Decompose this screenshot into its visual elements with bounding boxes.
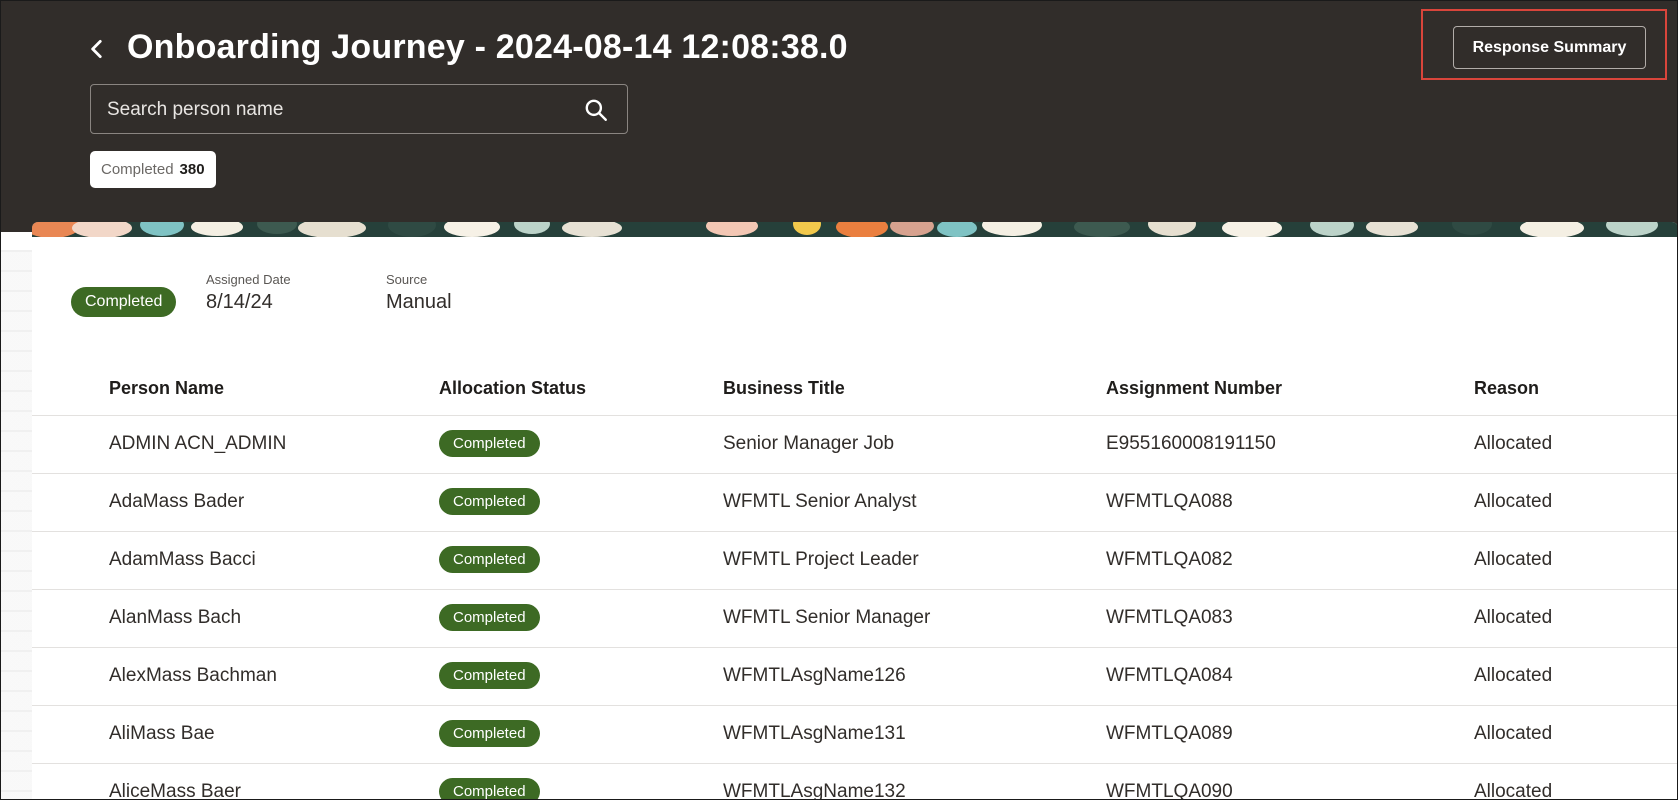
source-value: Manual bbox=[386, 291, 452, 313]
assignment-number-cell: WFMTLQA088 bbox=[1106, 491, 1233, 512]
page-title: Onboarding Journey - 2024-08-14 12:08:38… bbox=[127, 28, 848, 66]
assignment-number-cell: WFMTLQA082 bbox=[1106, 549, 1233, 570]
allocation-status-badge: Completed bbox=[439, 546, 540, 573]
assigned-date: Assigned Date 8/14/24 bbox=[206, 272, 291, 314]
assignment-number-cell: WFMTLQA084 bbox=[1106, 665, 1233, 686]
reason-cell: Allocated bbox=[1474, 607, 1553, 628]
assignment-number-cell: WFMTLQA090 bbox=[1106, 781, 1233, 800]
decorative-banner bbox=[32, 222, 1678, 237]
source: Source Manual bbox=[386, 272, 452, 314]
assigned-date-value: 8/14/24 bbox=[206, 291, 273, 313]
completed-filter-chip[interactable]: Completed 380 bbox=[90, 151, 216, 188]
journey-status-badge: Completed bbox=[71, 287, 177, 317]
assignment-number-cell: WFMTLQA083 bbox=[1106, 607, 1233, 628]
filter-chip-count: 380 bbox=[179, 161, 205, 178]
assignment-number-cell: WFMTLQA089 bbox=[1106, 723, 1233, 744]
reason-cell: Allocated bbox=[1474, 665, 1553, 686]
reason-cell: Allocated bbox=[1474, 723, 1553, 744]
chevron-left-icon bbox=[91, 40, 102, 58]
person-name-cell: AdamMass Bacci bbox=[109, 549, 256, 570]
allocation-status-badge: Completed bbox=[439, 488, 540, 515]
person-name-cell: AlexMass Bachman bbox=[109, 665, 277, 686]
allocation-status-badge: Completed bbox=[439, 662, 540, 689]
column-header-assignment-number[interactable]: Assignment Number bbox=[1106, 378, 1282, 399]
person-name-cell: AliceMass Baer bbox=[109, 781, 241, 800]
reason-cell: Allocated bbox=[1474, 433, 1553, 454]
table-row[interactable]: AlexMass Bachman Completed WFMTLAsgName1… bbox=[32, 648, 1678, 706]
column-header-person-name[interactable]: Person Name bbox=[109, 378, 224, 399]
reason-cell: Allocated bbox=[1474, 491, 1553, 512]
search-box bbox=[90, 84, 628, 135]
person-name-cell: AliMass Bae bbox=[109, 723, 215, 744]
background-texture bbox=[0, 250, 32, 800]
table-row[interactable]: ADMIN ACN_ADMIN Completed Senior Manager… bbox=[32, 416, 1678, 474]
assignment-number-cell: E955160008191150 bbox=[1106, 433, 1276, 454]
page-header: Onboarding Journey - 2024-08-14 12:08:38… bbox=[0, 0, 1678, 232]
filter-chip-label: Completed bbox=[101, 161, 174, 178]
table-row[interactable]: AliceMass Baer Completed WFMTLAsgName132… bbox=[32, 764, 1678, 800]
person-name-cell: AlanMass Bach bbox=[109, 607, 242, 628]
table-row[interactable]: AdaMass Bader Completed WFMTL Senior Ana… bbox=[32, 474, 1678, 532]
business-title-cell: WFMTLAsgName132 bbox=[723, 781, 906, 800]
allocation-table: Person Name Allocation Status Business T… bbox=[32, 364, 1678, 800]
business-title-cell: WFMTLAsgName126 bbox=[723, 665, 906, 686]
column-header-business-title[interactable]: Business Title bbox=[723, 378, 845, 399]
journey-card: Completed Assigned Date 8/14/24 Source M… bbox=[32, 222, 1678, 800]
column-header-allocation-status[interactable]: Allocation Status bbox=[439, 378, 586, 399]
assigned-date-label: Assigned Date bbox=[206, 272, 291, 287]
business-title-cell: Senior Manager Job bbox=[723, 433, 895, 454]
allocation-status-badge: Completed bbox=[439, 778, 540, 800]
callout-highlight-box bbox=[1421, 9, 1667, 80]
reason-cell: Allocated bbox=[1474, 781, 1553, 800]
table-row[interactable]: AlanMass Bach Completed WFMTL Senior Man… bbox=[32, 590, 1678, 648]
reason-cell: Allocated bbox=[1474, 549, 1553, 570]
business-title-cell: WFMTL Project Leader bbox=[723, 549, 919, 570]
search-icon[interactable] bbox=[583, 97, 609, 123]
column-header-reason[interactable]: Reason bbox=[1474, 378, 1539, 399]
business-title-cell: WFMTLAsgName131 bbox=[723, 723, 906, 744]
table-header: Person Name Allocation Status Business T… bbox=[32, 364, 1678, 416]
allocation-status-badge: Completed bbox=[439, 430, 540, 457]
source-label: Source bbox=[386, 272, 428, 287]
person-name-cell: AdaMass Bader bbox=[109, 491, 245, 512]
back-button[interactable] bbox=[84, 36, 110, 62]
person-name-cell: ADMIN ACN_ADMIN bbox=[109, 433, 287, 454]
allocation-status-badge: Completed bbox=[439, 604, 540, 631]
business-title-cell: WFMTL Senior Manager bbox=[723, 607, 931, 628]
table-row[interactable]: AliMass Bae Completed WFMTLAsgName131 WF… bbox=[32, 706, 1678, 764]
table-row[interactable]: AdamMass Bacci Completed WFMTL Project L… bbox=[32, 532, 1678, 590]
business-title-cell: WFMTL Senior Analyst bbox=[723, 491, 917, 512]
search-input[interactable] bbox=[105, 85, 569, 135]
allocation-status-badge: Completed bbox=[439, 720, 540, 747]
